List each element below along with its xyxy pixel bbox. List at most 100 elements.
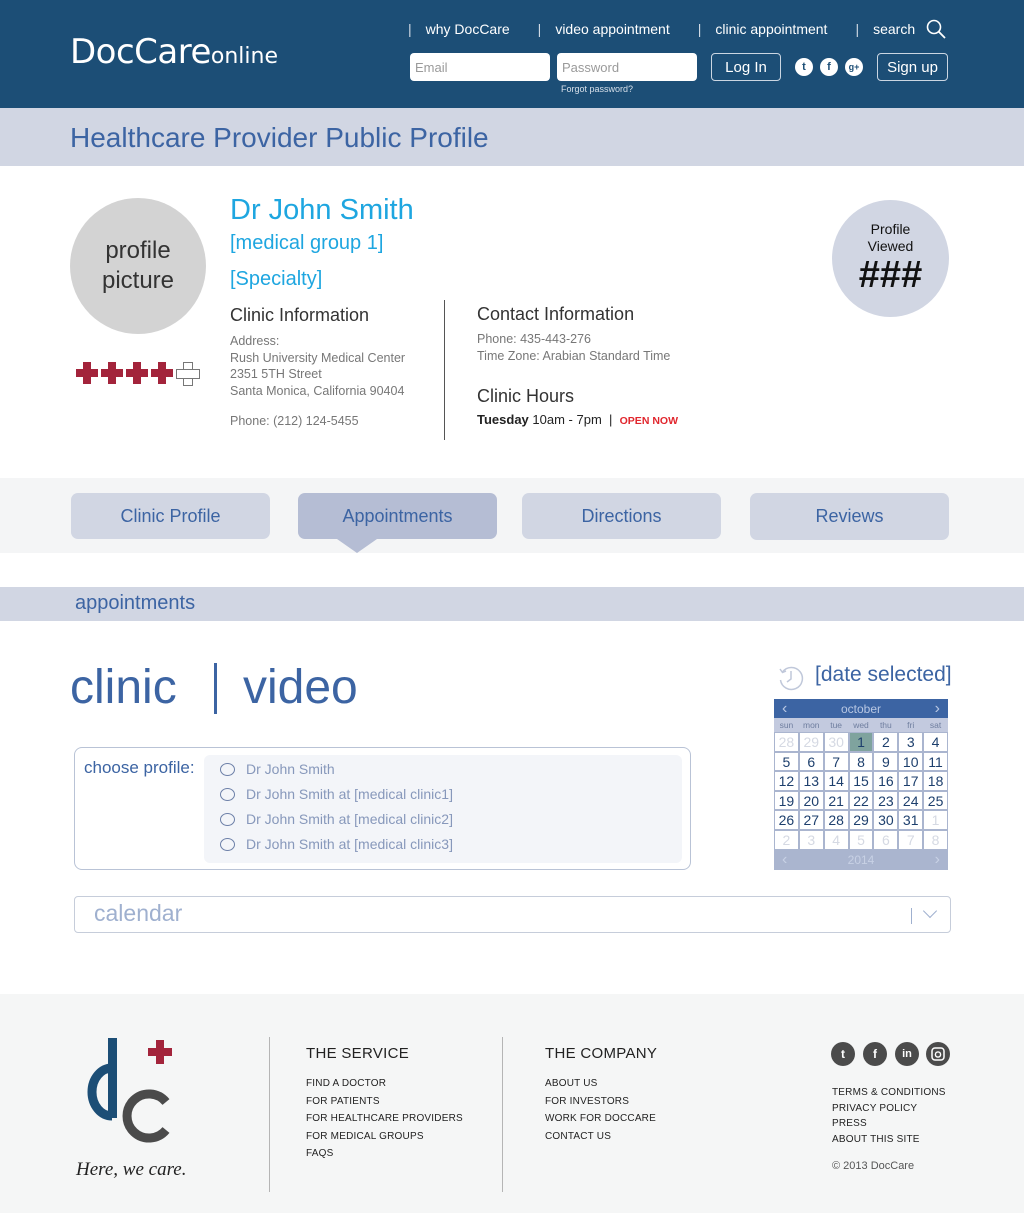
- calendar-day[interactable]: 17: [899, 772, 923, 790]
- footer-link-for-investors[interactable]: FOR INVESTORS: [545, 1093, 656, 1111]
- calendar-day[interactable]: 6: [799, 752, 823, 771]
- profile-options: Dr John Smith Dr John Smith at [medical …: [204, 755, 682, 863]
- twitter-icon[interactable]: t: [831, 1042, 855, 1066]
- calendar-widget: ‹ october › sun mon tue wed thu fri sat 28 29 30…: [774, 699, 948, 870]
- next-month-button[interactable]: ›: [935, 700, 940, 718]
- calendar-day-selected[interactable]: 1: [849, 733, 873, 751]
- calendar-day: 29: [799, 733, 823, 751]
- medical-group[interactable]: [medical group 1]: [230, 232, 383, 255]
- footer-link-press[interactable]: PRESS: [832, 1116, 946, 1132]
- day-grid: 28 29 30 1 2 3 4 5 6 7 8 9 10 11 12 13 14 15 16 17 18 19 20 21 2…: [774, 732, 948, 850]
- prev-month-button[interactable]: ‹: [782, 700, 787, 718]
- calendar-day[interactable]: 29: [849, 811, 873, 829]
- footer-link-privacy[interactable]: PRIVACY POLICY: [832, 1101, 946, 1117]
- forgot-password-link[interactable]: Forgot password?: [561, 84, 633, 94]
- weekday-label: fri: [907, 720, 915, 730]
- nav-video-appointment[interactable]: video appointment: [555, 21, 669, 37]
- google-plus-icon[interactable]: g+: [845, 58, 863, 76]
- radio-button[interactable]: [220, 812, 235, 826]
- radio-button[interactable]: [220, 762, 235, 776]
- footer-link-work-for-doccare[interactable]: WORK FOR DOCCARE: [545, 1110, 656, 1128]
- calendar-day[interactable]: 19: [775, 791, 798, 810]
- calendar-day[interactable]: 20: [799, 791, 823, 810]
- footer-link-medical-groups[interactable]: FOR MEDICAL GROUPS: [306, 1128, 463, 1146]
- calendar-day[interactable]: 25: [924, 791, 947, 810]
- calendar-day[interactable]: 2: [874, 733, 898, 751]
- calendar-day[interactable]: 26: [775, 811, 798, 829]
- calendar-day[interactable]: 11: [924, 752, 947, 771]
- footer-link-contact-us[interactable]: CONTACT US: [545, 1128, 656, 1146]
- calendar-dropdown[interactable]: calendar: [74, 896, 951, 933]
- footer-link-terms[interactable]: TERMS & CONDITIONS: [832, 1085, 946, 1101]
- calendar-day[interactable]: 10: [899, 752, 923, 771]
- footer-link-faqs[interactable]: FAQS: [306, 1145, 463, 1163]
- profile-picture-label: profile: [105, 237, 171, 264]
- facebook-icon[interactable]: f: [820, 58, 838, 76]
- calendar-day[interactable]: 15: [849, 772, 873, 790]
- prev-year-button[interactable]: ‹: [782, 851, 787, 869]
- calendar-day[interactable]: 24: [899, 791, 923, 810]
- hours-day: Tuesday: [477, 412, 529, 427]
- month-label: october: [840, 701, 882, 716]
- clinic-hours: Tuesday 10am - 7pm | OPEN NOW: [477, 412, 678, 427]
- login-button[interactable]: Log In: [711, 53, 781, 81]
- calendar-day[interactable]: 22: [849, 791, 873, 810]
- footer-link-about-us[interactable]: ABOUT US: [545, 1075, 656, 1093]
- footer-link-for-patients[interactable]: FOR PATIENTS: [306, 1093, 463, 1111]
- nav-clinic-appointment[interactable]: clinic appointment: [715, 21, 827, 37]
- calendar-day[interactable]: 23: [874, 791, 898, 810]
- calendar-day[interactable]: 30: [874, 811, 898, 829]
- mode-video[interactable]: video: [243, 660, 358, 715]
- calendar-day[interactable]: 4: [924, 733, 947, 751]
- clinic-info-heading: Clinic Information: [230, 305, 370, 325]
- calendar-day: 3: [799, 830, 823, 849]
- instagram-icon[interactable]: [926, 1042, 950, 1066]
- linkedin-icon[interactable]: in: [895, 1042, 919, 1066]
- profile-option[interactable]: Dr John Smith at [medical clinic2]: [220, 811, 453, 827]
- tab-appointments[interactable]: Appointments: [298, 493, 497, 539]
- signup-button[interactable]: Sign up: [877, 53, 948, 81]
- calendar-day[interactable]: 3: [899, 733, 923, 751]
- footer-link-about-site[interactable]: ABOUT THIS SITE: [832, 1132, 946, 1148]
- calendar-day: 4: [824, 830, 848, 849]
- footer-link-healthcare-providers[interactable]: FOR HEALTHCARE PROVIDERS: [306, 1110, 463, 1128]
- calendar-day[interactable]: 18: [924, 772, 947, 790]
- nav-search[interactable]: search: [873, 21, 915, 37]
- mode-clinic[interactable]: clinic: [70, 660, 177, 715]
- email-input[interactable]: [410, 53, 550, 81]
- calendar-day[interactable]: 5: [775, 752, 798, 771]
- calendar-day[interactable]: 12: [775, 772, 798, 790]
- chevron-down-icon[interactable]: [922, 903, 938, 919]
- nav-separator: |: [408, 21, 412, 37]
- profile-option[interactable]: Dr John Smith: [220, 761, 335, 777]
- tab-clinic-profile[interactable]: Clinic Profile: [71, 493, 270, 539]
- calendar-day[interactable]: 13: [799, 772, 823, 790]
- twitter-icon[interactable]: t: [795, 58, 813, 76]
- profile-option[interactable]: Dr John Smith at [medical clinic1]: [220, 786, 453, 802]
- calendar-day[interactable]: 28: [824, 811, 848, 829]
- logo-main: DocCare: [70, 32, 211, 72]
- calendar-day[interactable]: 7: [824, 752, 848, 771]
- footer-divider: [269, 1037, 270, 1192]
- calendar-day[interactable]: 31: [899, 811, 923, 829]
- facebook-icon[interactable]: f: [863, 1042, 887, 1066]
- tab-directions[interactable]: Directions: [522, 493, 721, 539]
- calendar-day[interactable]: 27: [799, 811, 823, 829]
- calendar-day[interactable]: 9: [874, 752, 898, 771]
- calendar-day[interactable]: 16: [874, 772, 898, 790]
- password-input[interactable]: [557, 53, 697, 81]
- radio-button[interactable]: [220, 837, 235, 851]
- calendar-day[interactable]: 8: [849, 752, 873, 771]
- radio-button[interactable]: [220, 787, 235, 801]
- contact-phone: Phone: 435-443-276: [477, 332, 591, 346]
- logo[interactable]: DocCareonline: [70, 32, 278, 72]
- calendar-day[interactable]: 21: [824, 791, 848, 810]
- search-icon[interactable]: [925, 18, 947, 40]
- footer-link-find-a-doctor[interactable]: FIND A DOCTOR: [306, 1075, 463, 1093]
- nav-why-doccare[interactable]: why DocCare: [426, 21, 510, 37]
- specialty: [Specialty]: [230, 268, 323, 290]
- next-year-button[interactable]: ›: [935, 851, 940, 869]
- profile-option[interactable]: Dr John Smith at [medical clinic3]: [220, 836, 453, 852]
- tab-reviews[interactable]: Reviews: [750, 493, 949, 540]
- calendar-day[interactable]: 14: [824, 772, 848, 790]
